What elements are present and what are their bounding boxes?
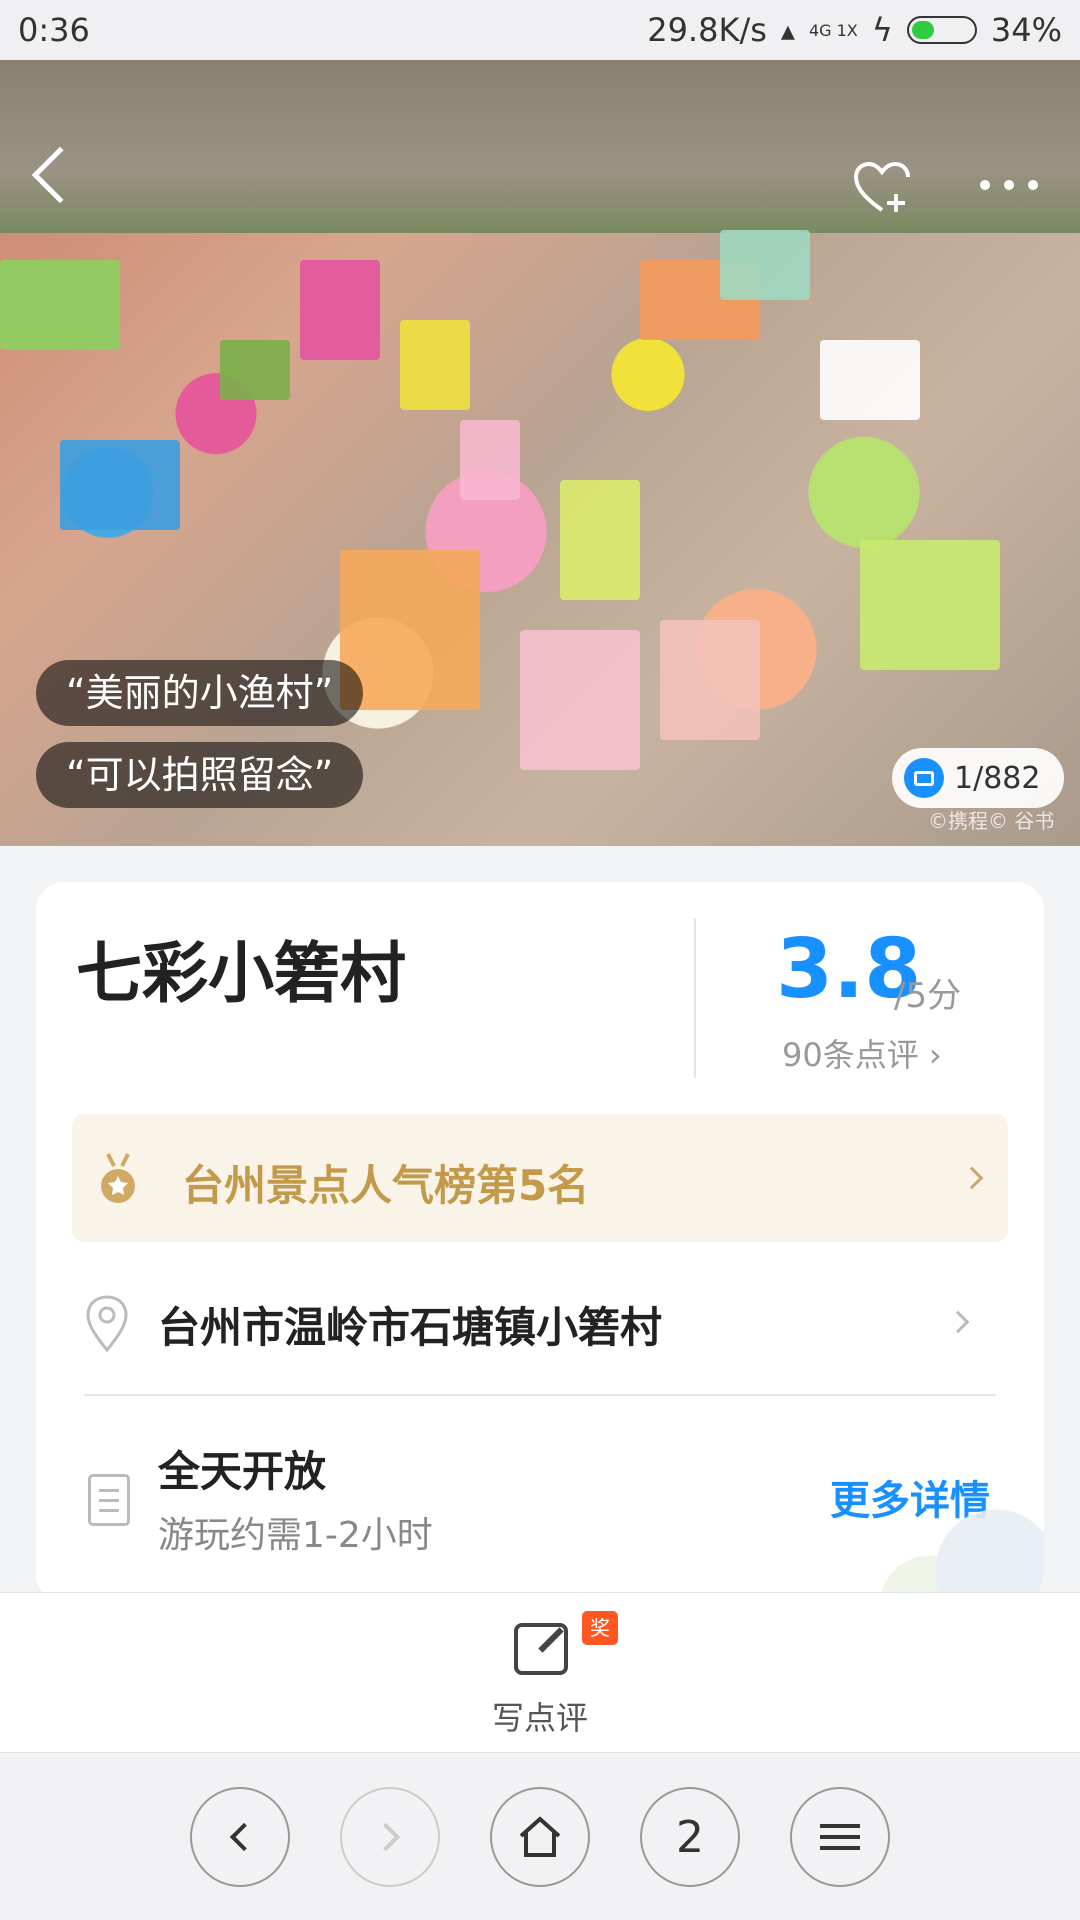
wifi-icon: ▴ [780, 13, 795, 47]
review-count: 90条点评 [782, 1036, 919, 1074]
edit-icon[interactable] [514, 1623, 568, 1675]
review-quote: “可以拍照留念” [36, 742, 364, 808]
ranking-label: 台州景点人气榜第5名 [182, 1161, 590, 1210]
chevron-right-icon [946, 1310, 970, 1334]
back-arrow-icon [229, 1822, 259, 1852]
medal-icon [101, 1153, 135, 1203]
attraction-card: 七彩小箬村 3.8 /5分 90条点评 › 台州景点人气榜第5名 台州市温岭市石… [36, 882, 1044, 1602]
status-bar: 0:36 29.8K/s ▴ 4G 1X ϟ 34% [0, 0, 1080, 60]
divider [694, 918, 696, 1078]
network-speed: 29.8K/s [647, 11, 767, 49]
photo-counter[interactable]: 1/882 [892, 748, 1065, 808]
forward-button[interactable] [340, 1787, 440, 1887]
write-review-bar[interactable]: 奖 写点评 [0, 1592, 1080, 1752]
status-right: 29.8K/s ▴ 4G 1X ϟ 34% [647, 11, 1062, 49]
tabs-button[interactable]: 2 [640, 1787, 740, 1887]
village-photo [0, 60, 1080, 846]
more-icon[interactable] [980, 180, 1038, 190]
hero-photo[interactable]: “美丽的小渔村” “可以拍照留念” [0, 60, 1080, 846]
chevron-right-icon [960, 1166, 984, 1190]
tab-count: 2 [676, 1811, 704, 1863]
write-review-label[interactable]: 写点评 [0, 1693, 1080, 1739]
camera-icon [904, 758, 944, 798]
signal-icon: 4G 1X [808, 20, 858, 40]
menu-button[interactable] [790, 1787, 890, 1887]
battery-icon [906, 16, 977, 44]
review-count-link[interactable]: 90条点评 › [782, 1030, 942, 1076]
location-pin-icon [86, 1295, 128, 1353]
address-link[interactable]: 台州市温岭市石塘镇小箬村 [158, 1294, 662, 1355]
reward-badge: 奖 [582, 1611, 618, 1645]
photo-counter-text: 1/882 [954, 760, 1041, 796]
back-button[interactable] [190, 1787, 290, 1887]
heart-plus-icon[interactable] [852, 160, 912, 216]
status-time: 0:36 [18, 11, 90, 49]
map-decoration [864, 1462, 1044, 1602]
divider [84, 1394, 996, 1396]
menu-icon [820, 1824, 860, 1850]
review-quote: “美丽的小渔村” [36, 660, 364, 726]
attraction-title: 七彩小箬村 [76, 935, 406, 1012]
browser-nav-bar: 2 [0, 1752, 1080, 1920]
opening-hours: 全天开放 [158, 1447, 327, 1496]
charging-icon: ϟ [871, 11, 893, 49]
battery-level: 34% [990, 11, 1062, 49]
home-button[interactable] [490, 1787, 590, 1887]
document-icon [88, 1474, 130, 1526]
visit-duration: 游玩约需1-2小时 [158, 1515, 433, 1556]
forward-arrow-icon [371, 1822, 401, 1852]
chevron-right-icon: › [928, 1036, 942, 1074]
ranking-banner[interactable]: 台州景点人气榜第5名 [72, 1114, 1008, 1242]
photo-credit: ©携程© 谷书 [928, 809, 1055, 833]
home-icon [519, 1816, 561, 1857]
rating-max: /5分 [894, 976, 962, 1016]
